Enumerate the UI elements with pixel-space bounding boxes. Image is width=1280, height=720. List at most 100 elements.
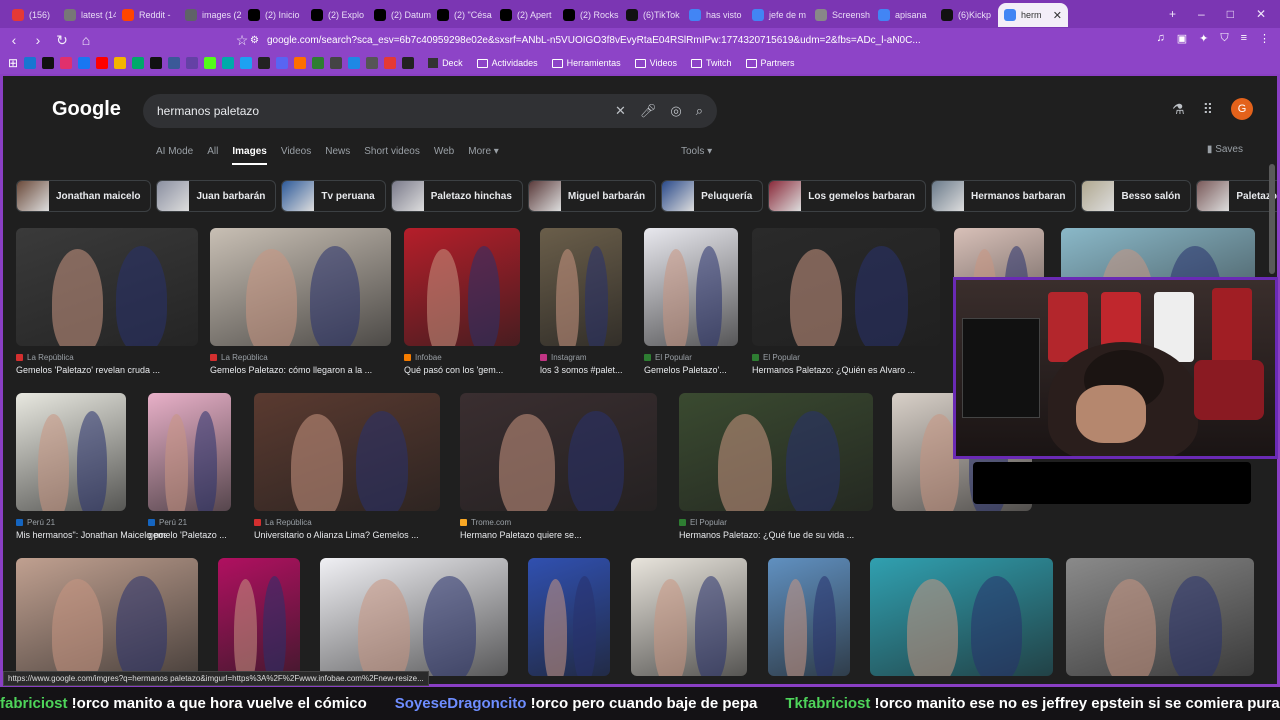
- bookmark-icon[interactable]: [222, 57, 235, 69]
- result-thumbnail[interactable]: [528, 558, 610, 676]
- image-result[interactable]: La República Gemelos Paletazo: cómo llega…: [210, 228, 391, 378]
- browser-tab[interactable]: has visto: [683, 3, 746, 27]
- reload-icon[interactable]: ↻: [52, 32, 72, 49]
- back-icon[interactable]: ‹: [4, 32, 24, 48]
- extension-icon[interactable]: ♫: [1156, 32, 1164, 45]
- bookmark-icon[interactable]: [258, 57, 271, 69]
- browser-tab[interactable]: (2) Apert: [494, 3, 557, 27]
- search-icon[interactable]: ⌕: [696, 103, 703, 119]
- browser-tab[interactable]: herm ✕: [998, 3, 1068, 27]
- browser-tab[interactable]: images (2: [179, 3, 242, 27]
- bookmark-deck[interactable]: Deck: [428, 58, 463, 68]
- image-result[interactable]: Perú 21 gemelo 'Paletazo ...: [148, 393, 231, 543]
- browser-tab[interactable]: apisana: [872, 3, 935, 27]
- bookmark-icon[interactable]: [240, 57, 253, 69]
- search-query[interactable]: hermanos paletazo: [157, 104, 259, 118]
- browser-tab[interactable]: Reddit -: [116, 3, 179, 27]
- bookmark-icon[interactable]: [186, 57, 199, 69]
- bookmark-icon[interactable]: [384, 57, 397, 69]
- result-thumbnail[interactable]: [16, 393, 126, 511]
- tools-button[interactable]: Tools ▾: [681, 146, 712, 157]
- browser-tab[interactable]: (156): [6, 3, 58, 27]
- bookmark-icon[interactable]: [114, 57, 127, 69]
- facebook-icon[interactable]: [78, 57, 91, 69]
- image-result[interactable]: [768, 558, 850, 678]
- bookmark-icon[interactable]: [402, 57, 415, 69]
- chip-jonathan-maicelo[interactable]: Jonathan maicelo: [16, 180, 152, 212]
- result-title[interactable]: Gemelos 'Paletazo' revelan cruda ...: [16, 365, 198, 375]
- result-title[interactable]: Hermanos Paletazo: ¿Qué fue de su vida .…: [679, 530, 873, 540]
- clear-icon[interactable]: ✕: [615, 103, 626, 119]
- bookmark-folder-actividades[interactable]: Actividades: [476, 58, 538, 68]
- result-thumbnail[interactable]: [679, 393, 873, 511]
- tab-all[interactable]: All: [207, 146, 218, 165]
- kick-icon[interactable]: [204, 57, 217, 69]
- result-thumbnail[interactable]: [540, 228, 622, 346]
- bookmark-icon[interactable]: [294, 57, 307, 69]
- url-field[interactable]: ⚙ google.com/search?sca_esv=6b7c40959298…: [250, 30, 970, 50]
- result-thumbnail[interactable]: [16, 228, 198, 346]
- image-result[interactable]: [1066, 558, 1254, 678]
- browser-tab[interactable]: jefe de m: [746, 3, 809, 27]
- chip-los-gemelos-barbaran[interactable]: Los gemelos barbaran: [768, 180, 926, 212]
- bookmark-folder-videos[interactable]: Videos: [634, 58, 677, 68]
- bookmark-icon[interactable]: [348, 57, 361, 69]
- result-title[interactable]: Universitario o Alianza Lima? Gemelos ..…: [254, 530, 440, 540]
- result-title[interactable]: Hermano Paletazo quiere se...: [460, 530, 657, 540]
- youtube-icon[interactable]: [96, 57, 109, 69]
- bookmark-icon[interactable]: [366, 57, 379, 69]
- image-result[interactable]: La República Universitario o Alianza Lima…: [254, 393, 440, 543]
- result-thumbnail[interactable]: [752, 228, 940, 346]
- result-thumbnail[interactable]: [404, 228, 520, 346]
- image-result[interactable]: El Popular Hermanos Paletazo: ¿Quién es A…: [752, 228, 940, 378]
- discord-icon[interactable]: [276, 57, 289, 69]
- chip-paletazos-peru[interactable]: Paletazos peru: [1196, 180, 1277, 212]
- result-thumbnail[interactable]: [870, 558, 1053, 676]
- image-result[interactable]: [528, 558, 610, 678]
- image-result[interactable]: Infobae Qué pasó con los 'gem...: [404, 228, 520, 378]
- result-title[interactable]: Gemelos Paletazo: cómo llegaron a la ...: [210, 365, 391, 375]
- result-thumbnail[interactable]: [631, 558, 747, 676]
- minimize-button[interactable]: –: [1198, 7, 1205, 21]
- browser-tab[interactable]: Screensh: [809, 3, 872, 27]
- chip-tv-peruana[interactable]: Tv peruana: [281, 180, 386, 212]
- image-result[interactable]: Perú 21 Mis hermanos": Jonathan Maicelo p…: [16, 393, 166, 543]
- google-logo[interactable]: Google: [52, 98, 121, 121]
- search-box[interactable]: hermanos paletazo ✕ 🎤︎ ◎ ⌕: [143, 94, 717, 128]
- image-result[interactable]: [320, 558, 508, 678]
- menu-icon[interactable]: ≡: [1241, 32, 1247, 45]
- result-thumbnail[interactable]: [148, 393, 231, 511]
- tab-news[interactable]: News: [325, 146, 350, 165]
- chip-paletazo-hinchas[interactable]: Paletazo hinchas: [390, 180, 523, 212]
- tab-more[interactable]: More ▾: [468, 146, 499, 165]
- bookmark-icon[interactable]: [24, 57, 37, 69]
- scrollbar[interactable]: [1269, 164, 1275, 274]
- tab-web[interactable]: Web: [434, 146, 454, 165]
- apps-icon[interactable]: ⠿: [1203, 101, 1213, 118]
- close-tab-icon[interactable]: ✕: [1053, 9, 1062, 22]
- x-icon[interactable]: [150, 57, 163, 69]
- result-thumbnail[interactable]: [1066, 558, 1254, 676]
- result-title[interactable]: Qué pasó con los 'gem...: [404, 365, 554, 375]
- result-title[interactable]: Hermanos Paletazo: ¿Quién es Alvaro ...: [752, 365, 940, 375]
- bookmark-folder-partners[interactable]: Partners: [745, 58, 795, 68]
- extension-icon[interactable]: ▣: [1177, 32, 1187, 45]
- instagram-icon[interactable]: [60, 57, 73, 69]
- tab-videos[interactable]: Videos: [281, 146, 311, 165]
- browser-tab[interactable]: (2) Datum: [368, 3, 431, 27]
- tab-short-videos[interactable]: Short videos: [364, 146, 420, 165]
- image-result[interactable]: El Popular Gemelos Paletazo'...: [644, 228, 738, 378]
- chip-miguel-barbar-n[interactable]: Miguel barbarán: [527, 180, 657, 212]
- saves-button[interactable]: ▮ Saves: [1207, 144, 1243, 155]
- image-result[interactable]: [16, 558, 198, 678]
- bookmark-folder-twitch[interactable]: Twitch: [691, 58, 732, 68]
- image-result[interactable]: [218, 558, 300, 678]
- tiktok-icon[interactable]: [42, 57, 55, 69]
- tab-ai-mode[interactable]: AI Mode: [156, 146, 193, 165]
- extension-icon[interactable]: ✦: [1199, 32, 1208, 45]
- lens-icon[interactable]: ◎: [670, 103, 681, 119]
- apps-grid-icon[interactable]: ⊞: [8, 56, 18, 70]
- chip-juan-barbar-n[interactable]: Juan barbarán: [156, 180, 277, 212]
- new-tab-button[interactable]: +: [1169, 7, 1176, 21]
- bookmark-icon[interactable]: [312, 57, 325, 69]
